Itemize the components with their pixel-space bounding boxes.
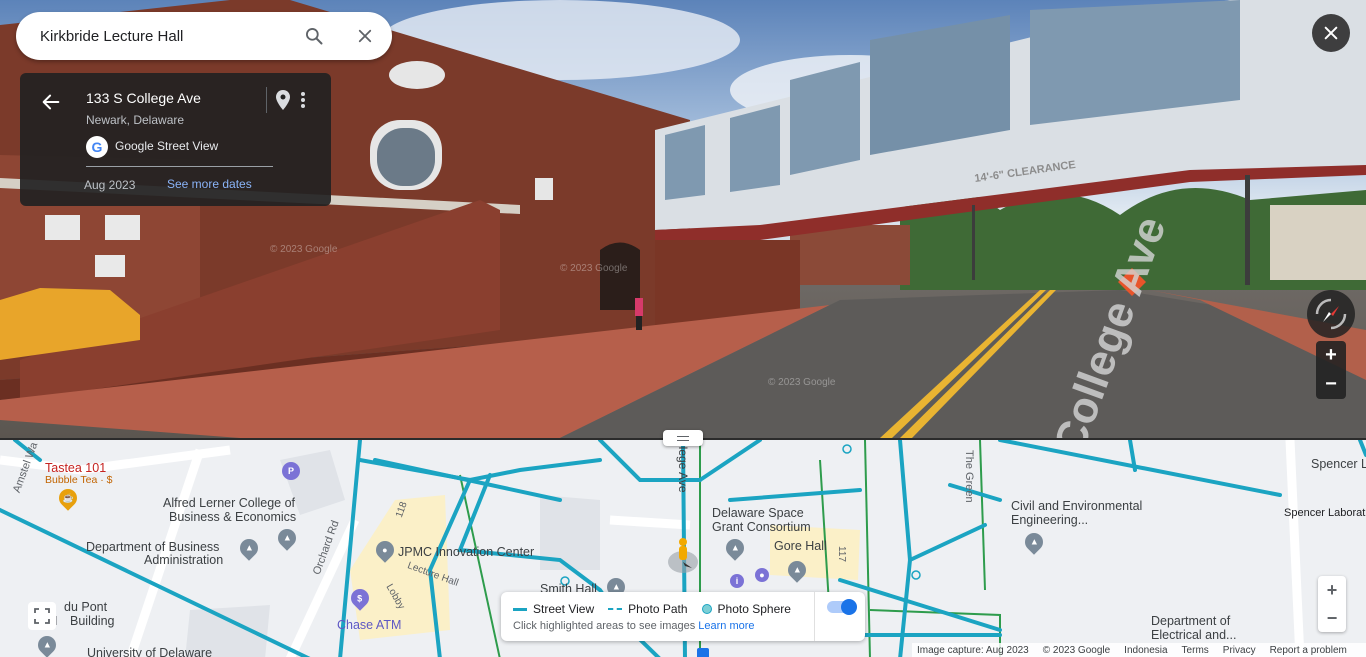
watermark: © 2023 Google [768,377,836,388]
learn-more-link[interactable]: Learn more [698,620,754,632]
more-options-icon[interactable] [299,90,307,115]
map-zoom-in-button[interactable]: + [1318,576,1346,604]
poi-label-university[interactable]: University of Delaware [87,646,212,657]
poi-label-dupont-2: Building [70,614,115,628]
street-label: The Green [963,450,975,503]
location-city: Newark, Delaware [86,113,185,127]
poi-label-jpmc[interactable]: JPMC Innovation Center [398,545,534,559]
poi-label-civil-eng[interactable]: Civil and Environmental [1011,499,1142,513]
google-logo-icon: G [86,136,108,158]
coverage-toggle[interactable] [827,599,857,615]
poi-label-chase-atm[interactable]: Chase ATM [337,618,401,632]
person-icon[interactable]: ● [755,568,769,582]
poi-label-electrical-2: Electrical and... [1151,628,1237,642]
poi-label-dsgc-2: Grant Consortium [712,520,811,534]
poi-label-spencer-laboratory[interactable]: Spencer Laborat [1284,506,1365,520]
expand-map-button[interactable] [28,602,56,630]
divider [86,166,273,167]
panorama-image[interactable]: 14'-6" CLEARANCE College Ave [0,0,1366,438]
map-zoom-controls: + − [1318,576,1346,632]
privacy-link[interactable]: Privacy [1223,645,1256,656]
poi-label-lerner-2: Business & Economics [169,510,297,524]
bus-stop-icon[interactable] [697,648,709,657]
poi-label-civil-eng-2: Engineering... [1011,513,1089,527]
poi-label-business-admin[interactable]: Department of Business [86,540,219,554]
image-capture-date: Image capture: Aug 2023 [917,644,1029,656]
legend-street-view: Street View [533,602,595,616]
poi-label-electrical[interactable]: Department of [1151,614,1230,628]
location-address: 133 S College Ave [86,90,201,106]
divider [814,592,815,641]
poi-label-lerner[interactable]: Alfred Lerner College of [163,496,295,510]
zoom-out-button[interactable]: − [1316,370,1346,399]
legend-hint: Click highlighted areas to see images [513,620,696,632]
terms-link[interactable]: Terms [1182,645,1209,656]
resize-handle[interactable] [663,430,703,446]
back-arrow-icon[interactable] [40,91,62,118]
legend-photo-path: Photo Path [628,602,688,616]
street-view-legend: Street View Photo Path Photo Sphere Clic… [501,592,865,641]
copyright: © 2023 Google [1042,644,1111,656]
report-problem-link[interactable]: Report a problem [1270,645,1347,656]
map-pin-icon[interactable] [276,90,290,115]
street-label: llege Ave [676,444,690,493]
close-icon [1324,26,1338,40]
search-icon[interactable] [302,24,326,48]
clear-search-icon[interactable] [353,24,377,48]
poi-label-spencer-lab[interactable]: Spencer Lab [1311,457,1366,471]
country-link[interactable]: Indonesia [1124,645,1167,656]
photo-sphere-icon [701,604,712,614]
map-footer: Image capture: Aug 2023 © 2023 Google In… [912,643,1366,657]
poi-label-dsgc[interactable]: Delaware Space [712,506,804,520]
compass-button[interactable] [1307,290,1355,338]
search-input[interactable] [40,27,295,45]
info-icon[interactable]: i [730,574,744,588]
location-card: 133 S College Ave Newark, Delaware G Goo… [20,73,331,206]
watermark: © 2023 Google [270,244,338,255]
photo-path-line-icon [608,608,623,610]
poi-label-business-admin-2: Administration [144,553,224,567]
poi-label-gore-hall[interactable]: Gore Hall [774,539,827,553]
capture-date: Aug 2023 [84,178,136,192]
search-box [16,12,392,60]
zoom-in-button[interactable]: + [1316,341,1346,370]
street-view-panorama[interactable]: 14'-6" CLEARANCE College Ave © 2023 Goog… [0,0,1366,438]
imagery-provider: Google Street View [115,139,219,153]
legend-photo-sphere: Photo Sphere [717,602,791,616]
parking-icon[interactable]: P [282,462,300,480]
compass-icon [1315,298,1347,330]
divider [266,87,267,113]
street-view-zoom-controls: + − [1316,341,1346,399]
poi-label-dupont[interactable]: du Pont [64,600,107,614]
see-more-dates-link[interactable]: See more dates [167,177,252,191]
poi-sub-label: Bubble Tea · $ [45,474,113,486]
watermark: © 2023 Google [560,263,628,274]
street-view-line-icon [513,607,527,611]
pegman-icon[interactable] [668,536,698,581]
close-street-view-button[interactable] [1312,14,1350,52]
map-zoom-out-button[interactable]: − [1318,604,1346,632]
street-label: 117 [836,546,847,562]
expand-icon [34,608,50,624]
